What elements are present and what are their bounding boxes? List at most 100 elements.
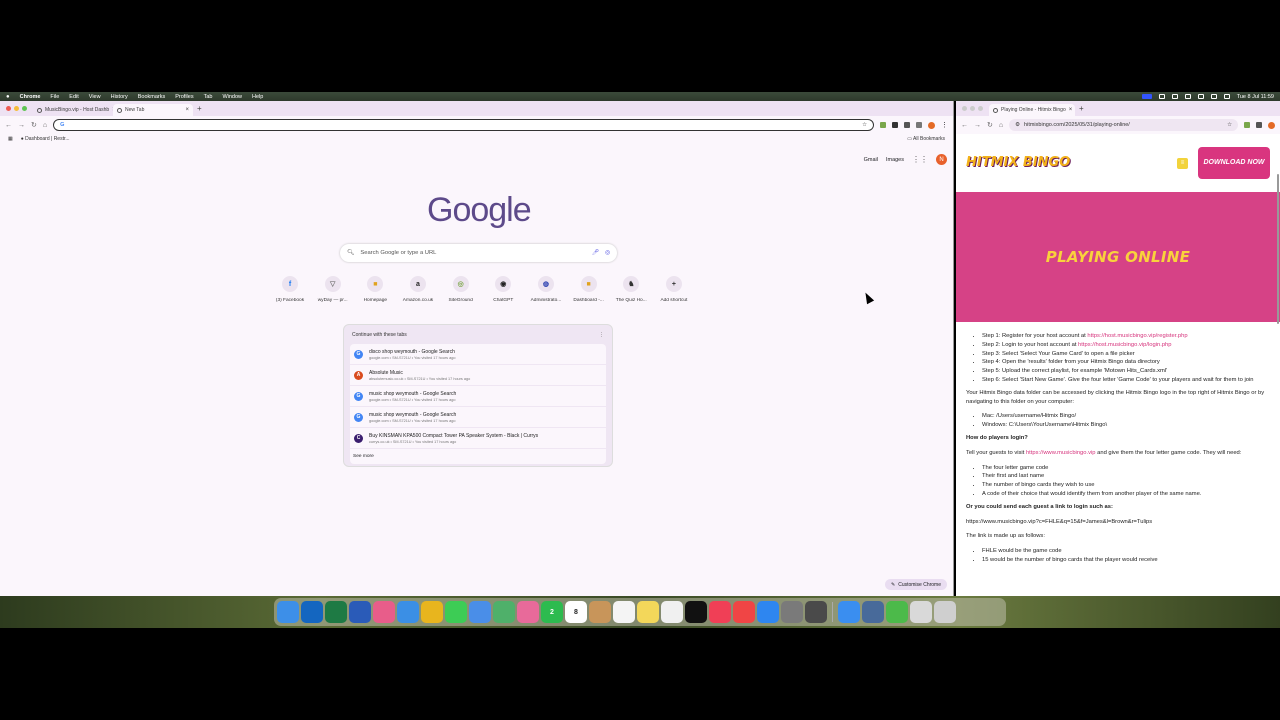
shortcut-tile[interactable]: ■ Homepage	[357, 276, 393, 303]
apps-grid-icon[interactable]: ▦	[8, 136, 13, 142]
menu-window[interactable]: Window	[222, 94, 242, 100]
forward-arrow-icon[interactable]: →	[18, 122, 25, 129]
continue-tab-row[interactable]: A Absolute Music absolutemusic.co.uk • SM-…	[350, 365, 606, 385]
continue-tab-row[interactable]: Gdisco shop weymouth - Google Search goog…	[350, 344, 606, 364]
close-window-icon[interactable]	[6, 106, 11, 111]
step-link[interactable]: https://host.musicbingo.vip/login.php	[1078, 342, 1171, 348]
shortcut-tile[interactable]: ■ Dashboard -...	[571, 276, 607, 303]
forward-arrow-icon[interactable]: →	[974, 122, 981, 129]
menu-profiles[interactable]: Profiles	[175, 94, 193, 100]
dock-iphone-mirroring-icon[interactable]	[805, 601, 827, 623]
dock-safari-icon[interactable]	[397, 601, 419, 623]
shortcut-tile[interactable]: + Add shortcut	[656, 276, 692, 303]
google-apps-icon[interactable]: ⋮⋮	[912, 155, 928, 164]
hamburger-menu-icon[interactable]: ≡	[1177, 157, 1188, 169]
gmail-link[interactable]: Gmail	[864, 157, 878, 163]
continue-tab-row[interactable]: Gmusic shop weymouth - Google Search goog…	[350, 407, 606, 427]
bookmark-item[interactable]: ● Dashboard | Restr...	[21, 136, 70, 142]
continue-tab-row[interactable]: C Buy KINSMAN KPA500 Compact Tower PA Spe…	[350, 428, 606, 448]
dock-mail-icon[interactable]	[469, 601, 491, 623]
maximize-window-icon[interactable]	[22, 106, 27, 111]
menu-app-name[interactable]: Chrome	[20, 94, 41, 100]
shortcut-tile[interactable]: ◉ ChatGPT	[485, 276, 521, 303]
dock-news-icon[interactable]	[733, 601, 755, 623]
minimize-window-icon[interactable]	[14, 106, 19, 111]
profile-avatar-icon[interactable]	[928, 121, 935, 129]
back-arrow-icon[interactable]: ←	[5, 122, 12, 129]
dock-finder-icon[interactable]	[277, 601, 299, 623]
menu-file[interactable]: File	[50, 94, 59, 100]
search-icon[interactable]	[1210, 94, 1217, 99]
address-bar-url[interactable]: hitmixbingo.com/2025/05/31/playing-onlin…	[1024, 122, 1130, 128]
menu-tab[interactable]: Tab	[204, 94, 213, 100]
dock-trash-icon[interactable]	[934, 601, 956, 623]
shortcut-tile[interactable]: ◎ SiteGround	[443, 276, 479, 303]
close-tab-icon[interactable]: ×	[1069, 107, 1073, 113]
tab-musicbingo[interactable]: MusicBingo.vip - Host Dashb ×	[33, 104, 113, 116]
site-info-icon[interactable]: ⚙	[1015, 122, 1020, 128]
dock-reminders-icon[interactable]	[613, 601, 635, 623]
dock-chrome-icon[interactable]	[421, 601, 443, 623]
dock-contacts-icon[interactable]	[589, 601, 611, 623]
customise-chrome-button[interactable]: ✎ Customise Chrome	[885, 579, 947, 590]
home-icon[interactable]: ⌂	[999, 122, 1003, 129]
menu-help[interactable]: Help	[252, 94, 263, 100]
maximize-window-icon[interactable]	[978, 106, 983, 111]
lens-camera-icon[interactable]: ◎	[605, 250, 610, 256]
tab-new-tab[interactable]: New Tab ×	[113, 104, 193, 116]
dock-facetime-icon[interactable]: 2	[541, 601, 563, 623]
new-tab-plus-icon[interactable]: +	[1079, 104, 1084, 113]
dock-calendar-icon[interactable]: 8	[565, 601, 587, 623]
dock-word-icon[interactable]	[349, 601, 371, 623]
bookmark-star-icon[interactable]: ☆	[862, 122, 867, 128]
dock-screen-sharing-icon[interactable]	[862, 601, 884, 623]
extension-icon[interactable]	[880, 122, 886, 128]
menu-edit[interactable]: Edit	[69, 94, 78, 100]
new-tab-plus-icon[interactable]: +	[197, 104, 202, 113]
dock-music-icon[interactable]	[709, 601, 731, 623]
more-menu-icon[interactable]: ⋮	[941, 121, 948, 129]
menu-bookmarks[interactable]: Bookmarks	[138, 94, 166, 100]
menu-clock[interactable]: Tue 8 Jul 11:59	[1237, 94, 1274, 100]
dock-freeform-icon[interactable]	[661, 601, 683, 623]
see-more-link[interactable]: See more	[350, 449, 606, 464]
scrollbar[interactable]	[1277, 174, 1279, 324]
reload-icon[interactable]: ↻	[987, 121, 993, 129]
all-bookmarks[interactable]: ▭ All Bookmarks	[907, 136, 945, 142]
musicbingo-link[interactable]: https://www.musicbingo.vip	[1026, 450, 1096, 456]
tab-playing-online[interactable]: Playing Online - Hitmix Bingo ×	[989, 104, 1075, 116]
extension-icon[interactable]	[892, 122, 898, 128]
menu-view[interactable]: View	[89, 94, 101, 100]
address-bar[interactable]: ⚙ hitmixbingo.com/2025/05/31/playing-onl…	[1009, 119, 1238, 131]
control-centre-icon[interactable]	[1223, 94, 1230, 99]
address-bar[interactable]: G ☆	[53, 119, 874, 131]
continue-tab-row[interactable]: Gmusic shop weymouth - Google Search goog…	[350, 386, 606, 406]
wifi-icon[interactable]	[1197, 94, 1204, 99]
hitmix-bingo-logo[interactable]: HITMIX BINGO	[966, 156, 1070, 169]
dock-downloads-icon[interactable]	[910, 601, 932, 623]
dock-launchpad-icon[interactable]	[373, 601, 395, 623]
shortcut-tile[interactable]: ♞ The Quiz Ho...	[613, 276, 649, 303]
download-icon[interactable]	[916, 122, 922, 128]
status-icon[interactable]	[1171, 94, 1178, 99]
dock-home-icon[interactable]	[838, 601, 860, 623]
menu-history[interactable]: History	[111, 94, 128, 100]
dock-system-settings-icon[interactable]	[781, 601, 803, 623]
dock-excel-icon[interactable]	[325, 601, 347, 623]
shortcut-tile[interactable]: f (3) Facebook	[272, 276, 308, 303]
dock-tv-icon[interactable]	[685, 601, 707, 623]
profile-avatar-icon[interactable]	[1268, 121, 1275, 129]
minimize-window-icon[interactable]	[970, 106, 975, 111]
dock-photos-icon[interactable]	[517, 601, 539, 623]
home-icon[interactable]: ⌂	[43, 122, 47, 129]
shortcut-tile[interactable]: a Amazon.co.uk	[400, 276, 436, 303]
dock-facetime-2-icon[interactable]	[886, 601, 908, 623]
bookmark-star-icon[interactable]: ☆	[1227, 122, 1232, 128]
shortcut-tile[interactable]: ▽ wyDay — pr...	[315, 276, 351, 303]
ntp-search-box[interactable]: 🔍︎ Search Google or type a URL 🎤︎ ◎	[340, 244, 617, 262]
dock-maps-icon[interactable]	[493, 601, 515, 623]
shortcut-tile[interactable]: ◍ Administrato...	[528, 276, 564, 303]
account-avatar[interactable]: N	[936, 154, 947, 165]
screen-recording-icon[interactable]	[1141, 94, 1152, 99]
dock-messages-icon[interactable]	[445, 601, 467, 623]
